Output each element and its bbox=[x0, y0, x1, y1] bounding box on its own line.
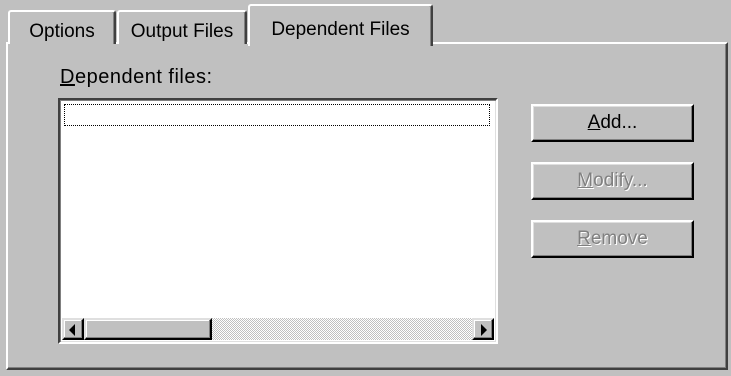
dependent-files-label-text: ependent files: bbox=[74, 66, 213, 88]
horizontal-scrollbar[interactable] bbox=[62, 318, 494, 340]
tab-dependent-files-label: Dependent Files bbox=[271, 19, 410, 40]
tab-output-files-label: Output Files bbox=[130, 21, 234, 42]
scroll-left-button[interactable] bbox=[62, 318, 84, 340]
scroll-right-button[interactable] bbox=[472, 318, 494, 340]
add-button-mnemonic: A bbox=[587, 112, 601, 133]
scrollbar-thumb[interactable] bbox=[84, 318, 212, 340]
add-button-label: dd... bbox=[600, 112, 638, 133]
modify-button-label: odify... bbox=[593, 170, 648, 191]
dependent-files-list[interactable] bbox=[58, 98, 498, 344]
modify-button[interactable]: Modify... bbox=[531, 162, 694, 200]
remove-button[interactable]: Remove bbox=[531, 220, 694, 258]
add-button[interactable]: Add... bbox=[531, 104, 694, 142]
list-focus-row[interactable] bbox=[64, 104, 490, 126]
tab-output-files[interactable]: Output Files bbox=[117, 10, 247, 44]
dependent-files-label: Dependent files: bbox=[60, 66, 213, 89]
scroll-right-icon bbox=[481, 324, 487, 336]
scroll-left-icon bbox=[69, 324, 75, 336]
tab-options[interactable]: Options bbox=[8, 10, 116, 44]
remove-button-mnemonic: R bbox=[577, 228, 591, 249]
tab-dependent-files[interactable]: Dependent Files bbox=[248, 4, 433, 46]
remove-button-label: emove bbox=[590, 228, 648, 249]
tab-options-label: Options bbox=[29, 21, 95, 42]
modify-button-mnemonic: M bbox=[577, 170, 594, 191]
dependent-files-label-mnemonic: D bbox=[60, 66, 75, 88]
